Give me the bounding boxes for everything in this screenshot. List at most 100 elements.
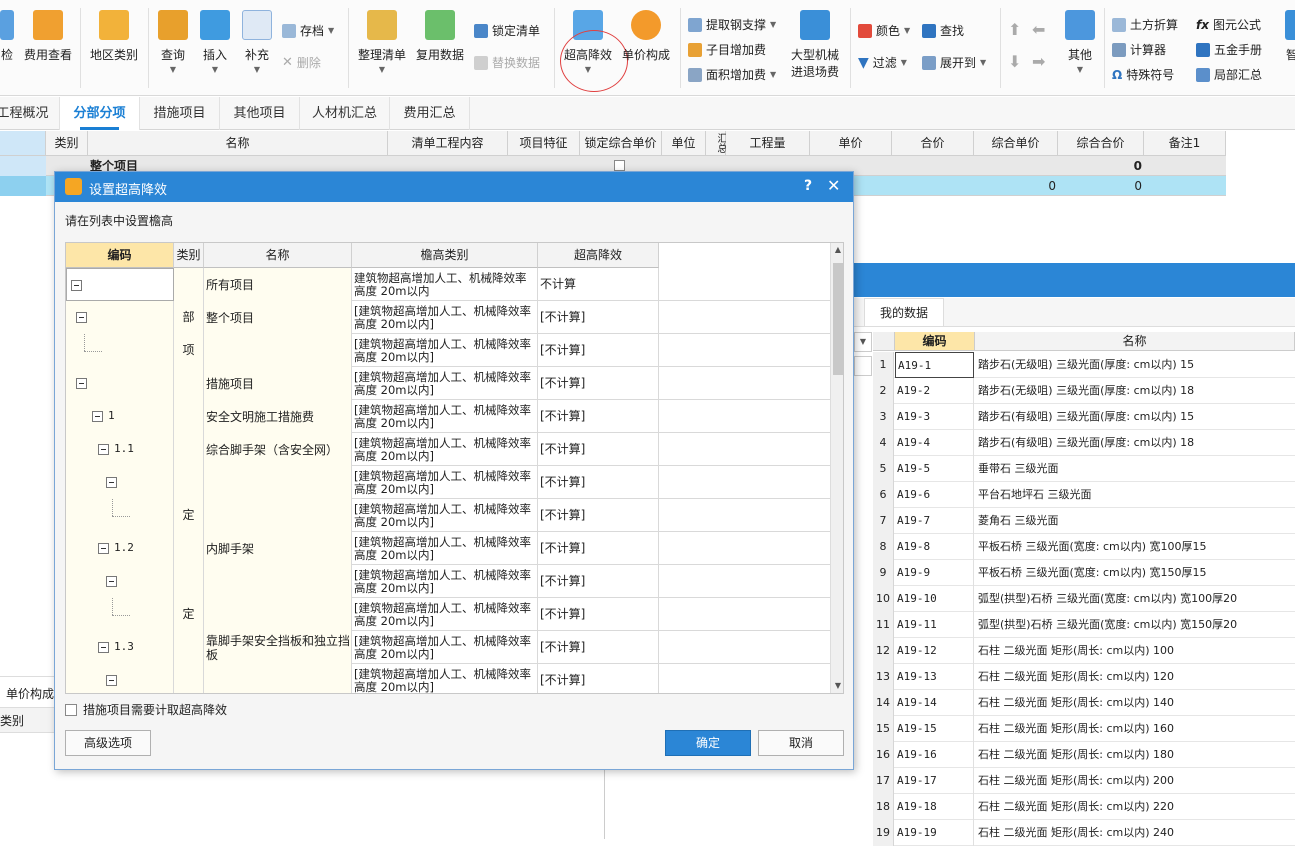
list-item[interactable]: 14 A19-14 石柱 二级光面 矩形(周长: cm以内) 140 xyxy=(873,690,1295,716)
eave-height-cell[interactable]: [建筑物超高增加人工、机械降效率 高度 20m以内] xyxy=(352,598,538,631)
area-add-button[interactable]: 面积增加费 ▼ xyxy=(688,66,776,83)
list-item[interactable]: 2 A19-2 踏步石(无级咀) 三级光面(厚度: cm以内) 18 xyxy=(873,378,1295,404)
organize-list-button[interactable]: 整理清单 ▼ xyxy=(356,10,408,74)
col-header[interactable]: 综合单价 xyxy=(974,131,1058,156)
col-header-eave[interactable]: 檐高类别 xyxy=(352,243,538,268)
col-header-name[interactable]: 名称 xyxy=(204,243,352,268)
scrollbar[interactable]: ▲ ▼ xyxy=(830,243,843,693)
code-cell[interactable] xyxy=(66,499,174,532)
list-item[interactable]: 9 A19-9 平板石桥 三级光面(宽度: cm以内) 宽150厚15 xyxy=(873,560,1295,586)
hardware-button[interactable]: 五金手册 xyxy=(1196,41,1262,58)
eave-height-cell[interactable]: [建筑物超高增加人工、机械降效率 高度 20m以内] xyxy=(352,433,538,466)
list-item[interactable]: 3 A19-3 踏步石(有级咀) 三级光面(厚度: cm以内) 15 xyxy=(873,404,1295,430)
eave-height-cell[interactable]: 建筑物超高增加人工、机械降效率 高度 20m以内 xyxy=(352,268,538,301)
code-cell[interactable] xyxy=(66,367,174,400)
reduction-cell[interactable]: [不计算] xyxy=(538,367,659,400)
list-item[interactable]: 5 A19-5 垂带石 三级光面 xyxy=(873,456,1295,482)
reduction-cell[interactable]: [不计算] xyxy=(538,664,659,693)
collapse-icon[interactable] xyxy=(106,576,117,587)
reduction-cell[interactable]: [不计算] xyxy=(538,565,659,598)
table-row[interactable]: 1.1 综合脚手架（含安全网） [建筑物超高增加人工、机械降效率 高度 20m以内]… xyxy=(66,433,830,466)
col-header-code[interactable]: 编码 xyxy=(895,332,975,351)
tab-labor-material[interactable]: 人材机汇总 xyxy=(300,97,390,130)
tab-project-overview[interactable]: 工程概况 xyxy=(0,97,60,130)
col-header[interactable]: 合价 xyxy=(892,131,974,156)
scroll-thumb[interactable] xyxy=(833,263,843,375)
list-item[interactable]: 1 A19-1 踏步石(无级咀) 三级光面(厚度: cm以内) 15 xyxy=(873,352,1295,378)
list-item[interactable]: 19 A19-19 石柱 二级光面 矩形(周长: cm以内) 240 xyxy=(873,820,1295,846)
insert-button[interactable]: 插入 ▼ xyxy=(198,10,232,74)
reduction-cell[interactable]: [不计算] xyxy=(538,598,659,631)
col-header[interactable]: 名称 xyxy=(88,131,388,156)
check-button[interactable]: 检 xyxy=(0,10,16,63)
eave-height-cell[interactable]: [建筑物超高增加人工、机械降效率 高度 20m以内] xyxy=(352,400,538,433)
eave-height-cell[interactable]: [建筑物超高增加人工、机械降效率 高度 20m以内] xyxy=(352,565,538,598)
scroll-up-icon[interactable]: ▲ xyxy=(833,245,843,255)
tab-sub-items[interactable]: 分部分项 xyxy=(60,97,140,130)
col-header[interactable]: 锁定综合单价 xyxy=(580,131,662,156)
special-symbol-button[interactable]: Ω 特殊符号 xyxy=(1112,66,1174,83)
code-cell[interactable] xyxy=(66,565,174,598)
table-row[interactable]: 措施项目 [建筑物超高增加人工、机械降效率 高度 20m以内] [不计算] xyxy=(66,367,830,400)
list-item[interactable]: 16 A19-16 石柱 二级光面 矩形(周长: cm以内) 180 xyxy=(873,742,1295,768)
scroll-down-icon[interactable]: ▼ xyxy=(833,681,843,691)
dropdown-arrow-icon[interactable]: ▼ xyxy=(854,332,872,352)
reduction-cell[interactable]: 不计算 xyxy=(538,268,659,301)
eave-height-cell[interactable]: [建筑物超高增加人工、机械降效率 高度 20m以内] xyxy=(352,334,538,367)
code-cell[interactable]: 1.1 xyxy=(66,433,174,466)
list-item[interactable]: 6 A19-6 平台石地坪石 三级光面 xyxy=(873,482,1295,508)
measure-checkbox[interactable] xyxy=(65,703,77,716)
eave-height-cell[interactable]: [建筑物超高增加人工、机械降效率 高度 20m以内] xyxy=(352,367,538,400)
reduction-cell[interactable]: [不计算] xyxy=(538,466,659,499)
collapse-icon[interactable] xyxy=(106,477,117,488)
code-cell[interactable] xyxy=(66,664,174,693)
table-row[interactable]: [建筑物超高增加人工、机械降效率 高度 20m以内] [不计算] xyxy=(66,466,830,499)
col-header[interactable]: 类别 xyxy=(46,131,88,156)
eave-height-cell[interactable]: [建筑物超高增加人工、机械降效率 高度 20m以内] xyxy=(352,532,538,565)
reduction-cell[interactable]: [不计算] xyxy=(538,631,659,664)
col-header[interactable]: 汇总 xyxy=(706,131,726,156)
help-button[interactable]: ? xyxy=(804,178,812,194)
calculator-button[interactable]: 计算器 xyxy=(1112,41,1166,58)
reduction-cell[interactable]: [不计算] xyxy=(538,532,659,565)
col-header[interactable]: 备注1 xyxy=(1144,131,1226,156)
lock-checkbox[interactable] xyxy=(614,160,625,171)
color-button[interactable]: 颜色 ▼ xyxy=(858,22,910,39)
extract-rebar-button[interactable]: 提取钢支撑 ▼ xyxy=(688,16,776,33)
big-machine-button[interactable]: 大型机械 进退场费 xyxy=(786,10,844,80)
tab-unit-price[interactable]: 单价构成 xyxy=(6,685,54,702)
fee-view-button[interactable]: 费用查看 xyxy=(22,10,74,63)
find-button[interactable]: 查找 xyxy=(922,22,964,39)
tab-my-data[interactable]: 我的数据 xyxy=(864,298,944,326)
list-item[interactable]: 7 A19-7 菱角石 三级光面 xyxy=(873,508,1295,534)
reduction-cell[interactable]: [不计算] xyxy=(538,433,659,466)
save-button[interactable]: 存档 ▼ xyxy=(282,22,334,39)
col-header[interactable]: 综合合价 xyxy=(1058,131,1144,156)
tab-fee-summary[interactable]: 费用汇总 xyxy=(390,97,470,130)
col-header[interactable]: 清单工程内容 xyxy=(388,131,508,156)
advanced-options-button[interactable]: 高级选项 xyxy=(65,730,151,756)
list-item[interactable]: 11 A19-11 弧型(拱型)石桥 三级光面(宽度: cm以内) 宽150厚20 xyxy=(873,612,1295,638)
col-header[interactable]: 项目特征 xyxy=(508,131,580,156)
code-cell[interactable] xyxy=(66,334,174,367)
filter-button[interactable]: ▼ 过滤 ▼ xyxy=(858,54,907,71)
local-summary-button[interactable]: 局部汇总 xyxy=(1196,66,1262,83)
table-row[interactable]: 部整个项目 [建筑物超高增加人工、机械降效率 高度 20m以内] [不计算] xyxy=(66,301,830,334)
list-item[interactable]: 4 A19-4 踏步石(有级咀) 三级光面(厚度: cm以内) 18 xyxy=(873,430,1295,456)
col-header[interactable]: 工程量 xyxy=(726,131,810,156)
collapse-icon[interactable] xyxy=(71,280,82,291)
eave-height-cell[interactable]: [建筑物超高增加人工、机械降效率 高度 20m以内] xyxy=(352,664,538,693)
move-up-button[interactable]: ⬆ xyxy=(1008,20,1021,39)
expand-to-button[interactable]: 展开到 ▼ xyxy=(922,54,986,71)
code-cell[interactable]: 1.3 xyxy=(66,631,174,664)
eave-height-cell[interactable]: [建筑物超高增加人工、机械降效率 高度 20m以内] xyxy=(352,301,538,334)
close-button[interactable]: ✕ xyxy=(827,176,840,195)
move-left-button[interactable]: ⬅ xyxy=(1032,20,1045,39)
collapse-icon[interactable] xyxy=(76,378,87,389)
table-row[interactable]: 定 [建筑物超高增加人工、机械降效率 高度 20m以内] [不计算] xyxy=(66,499,830,532)
reduction-cell[interactable]: [不计算] xyxy=(538,334,659,367)
reduction-cell[interactable]: [不计算] xyxy=(538,400,659,433)
other-button[interactable]: 其他 ▼ xyxy=(1062,10,1098,74)
tab-other-items[interactable]: 其他项目 xyxy=(220,97,300,130)
code-cell[interactable] xyxy=(66,598,174,631)
